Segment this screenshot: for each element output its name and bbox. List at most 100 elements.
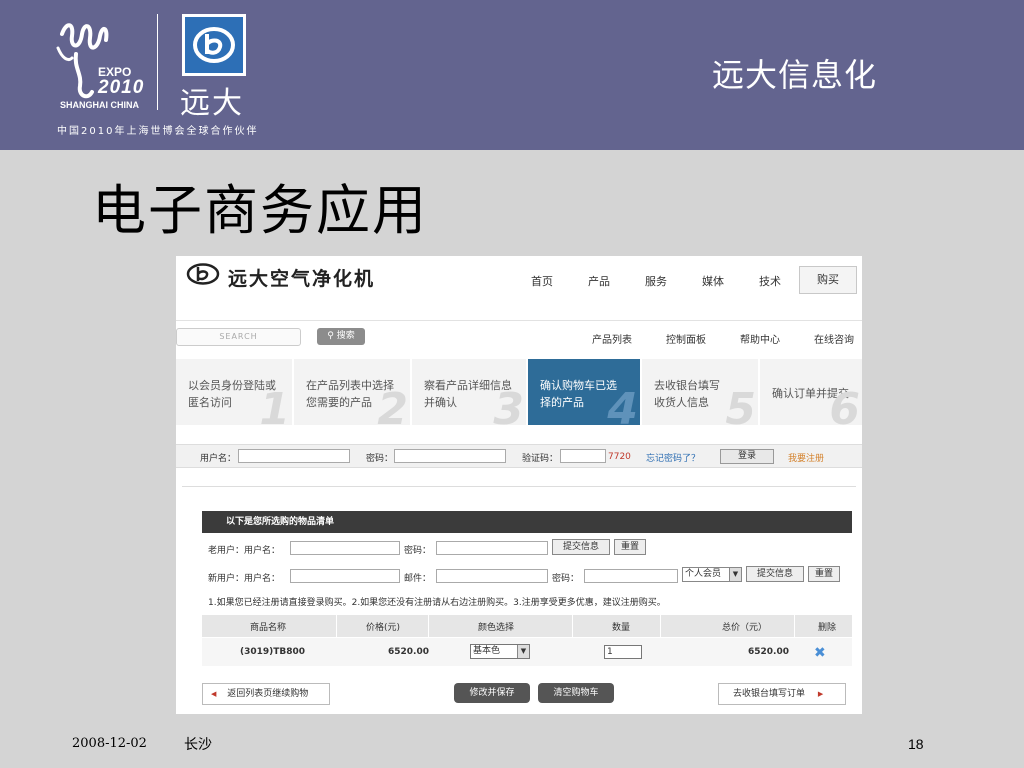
new-user-label: 新用户：用户名： xyxy=(208,574,281,584)
checkout-button[interactable]: 去收银台填写订单 ▶ xyxy=(718,683,846,705)
step-text: 确认购物车已选 xyxy=(540,379,617,392)
nav-media[interactable]: 媒体 xyxy=(702,273,724,289)
step-number: 6 xyxy=(829,384,860,425)
new-user-email-input[interactable] xyxy=(436,569,548,583)
product-price: 6520.00 xyxy=(388,647,429,657)
nav-services[interactable]: 服务 xyxy=(645,273,667,289)
old-user-reset-button[interactable]: 重置 xyxy=(614,539,646,555)
step-2: 在产品列表中选择 您需要的产品 2 xyxy=(294,359,412,425)
color-select-value: 基本色 xyxy=(473,646,501,656)
member-type-select[interactable]: 个人会员 ▼ xyxy=(682,567,742,582)
step-text: 匿名访问 xyxy=(188,396,232,409)
header-title: 远大信息化 xyxy=(712,56,878,94)
old-user-username-input[interactable] xyxy=(290,541,400,555)
step-text: 去收银台填写 xyxy=(654,379,720,392)
step-1: 以会员身份登陆或 匿名访问 1 xyxy=(176,359,294,425)
ecommerce-screenshot: 远大空气净化机 首页 产品 服务 媒体 技术 购买 SEARCH ⚲ 搜索 产品… xyxy=(176,256,862,714)
password-input[interactable] xyxy=(394,449,506,463)
column-header: 总价（元） xyxy=(722,623,768,633)
column-header: 颜色选择 xyxy=(478,623,515,633)
expo-city: SHANGHAI CHINA xyxy=(60,100,140,110)
column-header: 删除 xyxy=(818,623,837,633)
member-type-value: 个人会员 xyxy=(685,569,722,579)
chevron-down-icon: ▼ xyxy=(729,568,741,581)
subnav-online-consult[interactable]: 在线咨询 xyxy=(814,331,854,346)
step-number: 1 xyxy=(259,384,290,425)
step-number: 2 xyxy=(377,384,408,425)
forgot-password-link[interactable]: 忘记密码了？ xyxy=(646,451,700,464)
broad-group-logo-icon xyxy=(182,14,246,76)
nav-technology[interactable]: 技术 xyxy=(759,273,781,289)
slide-title: 电子商务应用 xyxy=(92,179,428,242)
old-user-submit-button[interactable]: 提交信息 xyxy=(552,539,610,555)
new-user-email-label: 邮件： xyxy=(404,574,432,584)
password-label: 密码： xyxy=(366,454,394,464)
product-total: 6520.00 xyxy=(748,647,789,657)
cart-title: 以下是您所选购的物品清单 xyxy=(202,511,852,533)
brand-name: 远大空气净化机 xyxy=(228,268,376,290)
clear-cart-button[interactable]: 清空购物车 xyxy=(538,683,614,703)
cart-table-header: 商品名称 价格(元) 颜色选择 数量 总价（元） 删除 xyxy=(202,615,852,637)
login-bar: 用户名： 密码： 验证码： 7720 忘记密码了？ 登录 我要注册 xyxy=(176,444,862,468)
quantity-input[interactable]: 1 xyxy=(604,645,642,659)
broad-group-name: 远大 xyxy=(180,86,244,121)
new-user-reset-button[interactable]: 重置 xyxy=(808,566,840,582)
logo-divider xyxy=(157,14,158,110)
step-text: 并确认 xyxy=(424,396,457,409)
subnav-control-panel[interactable]: 控制面板 xyxy=(666,331,706,346)
old-user-password-label: 密码： xyxy=(404,546,432,556)
expo-wordmark: EXPO 2010 xyxy=(98,66,145,98)
arrow-right-icon: ▶ xyxy=(817,690,824,698)
register-link[interactable]: 我要注册 xyxy=(788,451,824,464)
login-button[interactable]: 登录 xyxy=(720,449,774,464)
new-user-password-input[interactable] xyxy=(584,569,678,583)
delete-icon[interactable]: ✖ xyxy=(814,645,826,661)
captcha-code: 7720 xyxy=(608,452,631,462)
search-button-label: 搜索 xyxy=(336,331,355,341)
new-user-password-label: 密码： xyxy=(552,574,580,584)
checkout-steps: 以会员身份登陆或 匿名访问 1 在产品列表中选择 您需要的产品 2 察看产品详细信息… xyxy=(176,359,862,425)
step-text: 收货人信息 xyxy=(654,396,709,409)
product-name: (3019)TB800 xyxy=(240,647,306,657)
modify-save-button[interactable]: 修改并保存 xyxy=(454,683,530,703)
subnav-product-list[interactable]: 产品列表 xyxy=(592,331,632,346)
shopping-cart: 以下是您所选购的物品清单 老用户：用户名： 密码： 提交信息 重置 新用户：用户… xyxy=(182,486,856,708)
step-number: 4 xyxy=(607,384,638,425)
column-header: 数量 xyxy=(612,623,631,633)
search-bar: SEARCH ⚲ 搜索 产品列表 控制面板 帮助中心 在线咨询 xyxy=(176,320,862,350)
step-5: 去收银台填写 收货人信息 5 xyxy=(642,359,760,425)
search-button[interactable]: ⚲ 搜索 xyxy=(317,328,365,345)
nav-home[interactable]: 首页 xyxy=(531,273,553,289)
header-banner: EXPO 2010 SHANGHAI CHINA 远大 中国2010年上海世博会… xyxy=(0,0,1024,150)
nav-products[interactable]: 产品 xyxy=(588,273,610,289)
back-to-list-button[interactable]: ◀ 返回列表页继续购物 xyxy=(202,683,330,705)
expo-year: 2010 xyxy=(98,77,145,98)
search-icon: ⚲ xyxy=(327,331,334,341)
footer-city: 长沙 xyxy=(184,737,212,753)
old-user-label: 老用户：用户名： xyxy=(208,546,281,556)
expo-2010-logo xyxy=(56,23,109,99)
captcha-input[interactable] xyxy=(560,449,606,463)
brand-logo-icon xyxy=(186,263,220,285)
arrow-left-icon: ◀ xyxy=(211,690,217,698)
nav-buy-button[interactable]: 购买 xyxy=(799,266,857,294)
footer-date: 2008-12-02 xyxy=(72,736,147,751)
table-row: (3019)TB800 6520.00 基本色 ▼ 1 6520.00 ✖ xyxy=(202,638,852,666)
step-3: 察看产品详细信息 并确认 3 xyxy=(412,359,528,425)
cart-notice: 1.如果您已经注册请直接登录购买。2.如果您还没有注册请从右边注册购买。3.注册… xyxy=(208,598,666,608)
step-number: 5 xyxy=(725,384,756,425)
back-to-list-label: 返回列表页继续购物 xyxy=(227,689,309,699)
column-header: 价格(元) xyxy=(366,623,401,633)
subnav-help-center[interactable]: 帮助中心 xyxy=(740,331,780,346)
column-header: 商品名称 xyxy=(250,623,287,633)
chevron-down-icon: ▼ xyxy=(517,645,529,658)
username-label: 用户名： xyxy=(200,454,237,464)
checkout-label: 去收银台填写订单 xyxy=(733,689,806,699)
search-input[interactable]: SEARCH xyxy=(176,328,301,346)
new-user-username-input[interactable] xyxy=(290,569,400,583)
color-select[interactable]: 基本色 ▼ xyxy=(470,644,530,659)
new-user-submit-button[interactable]: 提交信息 xyxy=(746,566,804,582)
page-number: 18 xyxy=(908,736,924,752)
username-input[interactable] xyxy=(238,449,350,463)
old-user-password-input[interactable] xyxy=(436,541,548,555)
